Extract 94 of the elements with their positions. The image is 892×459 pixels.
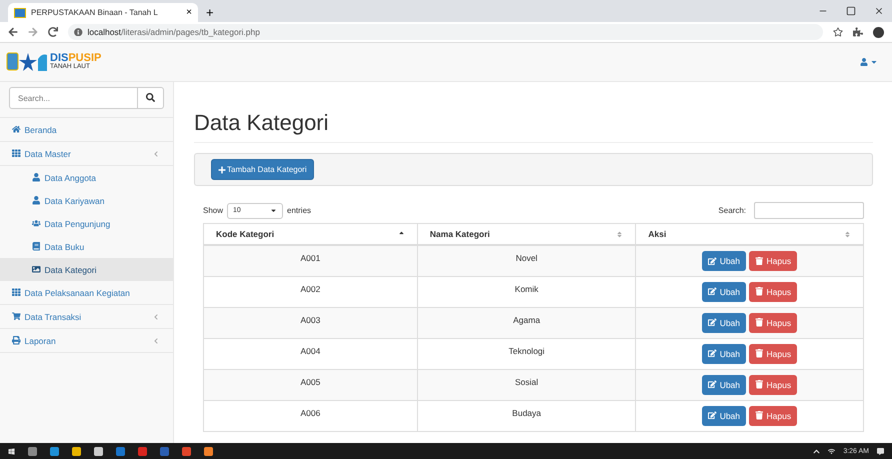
edit-icon bbox=[708, 287, 717, 296]
start-icon[interactable] bbox=[8, 448, 15, 454]
address-field[interactable]: localhost/literasi/admin/pages/tb_kategori.php bbox=[68, 24, 823, 40]
sidebar-item[interactable]: Data Anggota bbox=[0, 166, 173, 189]
edit-button[interactable]: Ubah bbox=[702, 406, 746, 426]
trash-icon bbox=[755, 380, 764, 389]
delete-button[interactable]: Hapus bbox=[749, 312, 798, 332]
wifi-icon[interactable] bbox=[828, 448, 836, 454]
restore-icon[interactable] bbox=[846, 6, 856, 16]
plus-icon bbox=[218, 166, 226, 174]
search-button[interactable] bbox=[138, 87, 164, 109]
trash-icon bbox=[755, 256, 764, 266]
grid-icon bbox=[12, 288, 20, 297]
search-field[interactable]: Search... bbox=[9, 87, 138, 109]
browser-tab[interactable]: PERPUSTAKAAN Binaan - Tanah L × bbox=[8, 3, 198, 22]
edit-button[interactable]: Ubah bbox=[702, 312, 746, 332]
caret-icon bbox=[270, 207, 278, 214]
tray-arrow-icon[interactable] bbox=[813, 448, 820, 454]
table-cell: A006 bbox=[204, 400, 418, 431]
table-search-field[interactable] bbox=[754, 202, 864, 219]
delete-button[interactable]: Hapus bbox=[749, 374, 798, 394]
trash-icon bbox=[755, 318, 764, 327]
entries-label: entries bbox=[287, 206, 312, 215]
delete-button[interactable]: Hapus bbox=[749, 344, 798, 364]
sidebar-item[interactable]: Beranda bbox=[0, 118, 173, 142]
table-cell: Sosial bbox=[417, 369, 636, 400]
table-cell: A005 bbox=[204, 369, 418, 400]
table-cell: A001 bbox=[204, 245, 418, 276]
caret-icon bbox=[870, 58, 878, 66]
chevron-icon bbox=[153, 314, 159, 320]
new-tab-button[interactable]: + bbox=[206, 5, 214, 20]
sidebar-item[interactable]: Data Pengunjung bbox=[0, 212, 173, 235]
edit-button[interactable]: Ubah bbox=[702, 282, 746, 302]
notification-icon[interactable] bbox=[877, 448, 884, 454]
logo-drawing bbox=[6, 51, 48, 73]
sidebar-item[interactable]: Data Master bbox=[0, 142, 173, 166]
printer-icon bbox=[12, 336, 20, 345]
cart-icon bbox=[12, 312, 20, 321]
sidebar-item[interactable]: Data Pelaksanaan Kegiatan bbox=[0, 281, 173, 305]
back-icon[interactable] bbox=[8, 27, 18, 37]
favicon-icon bbox=[14, 8, 26, 18]
image-icon bbox=[32, 265, 40, 274]
avatar-icon[interactable] bbox=[873, 26, 884, 38]
table-cell: A004 bbox=[204, 338, 418, 369]
chevron-icon bbox=[153, 338, 159, 344]
edit-button[interactable]: Ubah bbox=[702, 251, 746, 271]
page-title: Data Kategori bbox=[194, 110, 873, 143]
book-icon bbox=[32, 242, 40, 251]
user-icon bbox=[32, 196, 40, 205]
table-cell: A002 bbox=[204, 276, 418, 307]
edit-icon bbox=[708, 349, 717, 358]
edit-icon bbox=[708, 380, 717, 389]
trash-icon bbox=[755, 349, 764, 358]
user-icon bbox=[32, 173, 40, 182]
close-icon[interactable] bbox=[874, 6, 884, 16]
edit-button[interactable]: Ubah bbox=[702, 374, 746, 394]
show-label: Show bbox=[203, 206, 224, 215]
table-cell: A003 bbox=[204, 307, 418, 338]
sort-icon bbox=[616, 230, 624, 238]
table-cell: Komik bbox=[417, 276, 636, 307]
edit-icon bbox=[708, 411, 717, 420]
sort-icon bbox=[844, 230, 851, 238]
table-cell: Novel bbox=[417, 245, 636, 276]
star-icon[interactable] bbox=[833, 27, 843, 37]
reload-icon[interactable] bbox=[48, 27, 58, 37]
tab-title: PERPUSTAKAAN Binaan - Tanah L bbox=[31, 8, 158, 17]
sidebar-item[interactable]: Data Transaksi bbox=[0, 305, 173, 329]
users-icon bbox=[32, 219, 40, 228]
home-icon bbox=[12, 125, 20, 134]
search-icon bbox=[146, 92, 155, 102]
trash-icon bbox=[755, 287, 764, 296]
tab-close-button[interactable]: × bbox=[186, 7, 192, 18]
edit-button[interactable]: Ubah bbox=[702, 344, 746, 364]
search-label: Search: bbox=[718, 206, 746, 215]
trash-icon bbox=[755, 411, 764, 420]
puzzle-icon[interactable] bbox=[853, 27, 863, 37]
chevron-icon bbox=[153, 150, 159, 156]
add-button[interactable]: Tambah Data Kategori bbox=[211, 159, 314, 180]
info-icon bbox=[74, 28, 82, 36]
delete-button[interactable]: Hapus bbox=[749, 282, 798, 302]
grid-icon bbox=[12, 149, 20, 158]
user-icon bbox=[860, 58, 868, 66]
sidebar-item[interactable]: Data Kariyawan bbox=[0, 189, 173, 212]
sidebar-item[interactable]: Data Kategori bbox=[0, 258, 173, 281]
sidebar-item[interactable]: Laporan bbox=[0, 329, 173, 353]
delete-button[interactable]: Hapus bbox=[749, 251, 798, 271]
table-cell: Teknologi bbox=[417, 338, 636, 369]
delete-button[interactable]: Hapus bbox=[749, 406, 798, 426]
logo-text: DISPUSIP bbox=[50, 53, 102, 64]
table-cell: Agama bbox=[417, 307, 636, 338]
table-cell: Budaya bbox=[417, 400, 636, 431]
edit-icon bbox=[708, 256, 717, 266]
sidebar-item[interactable]: Data Buku bbox=[0, 235, 173, 258]
edit-icon bbox=[708, 318, 717, 327]
